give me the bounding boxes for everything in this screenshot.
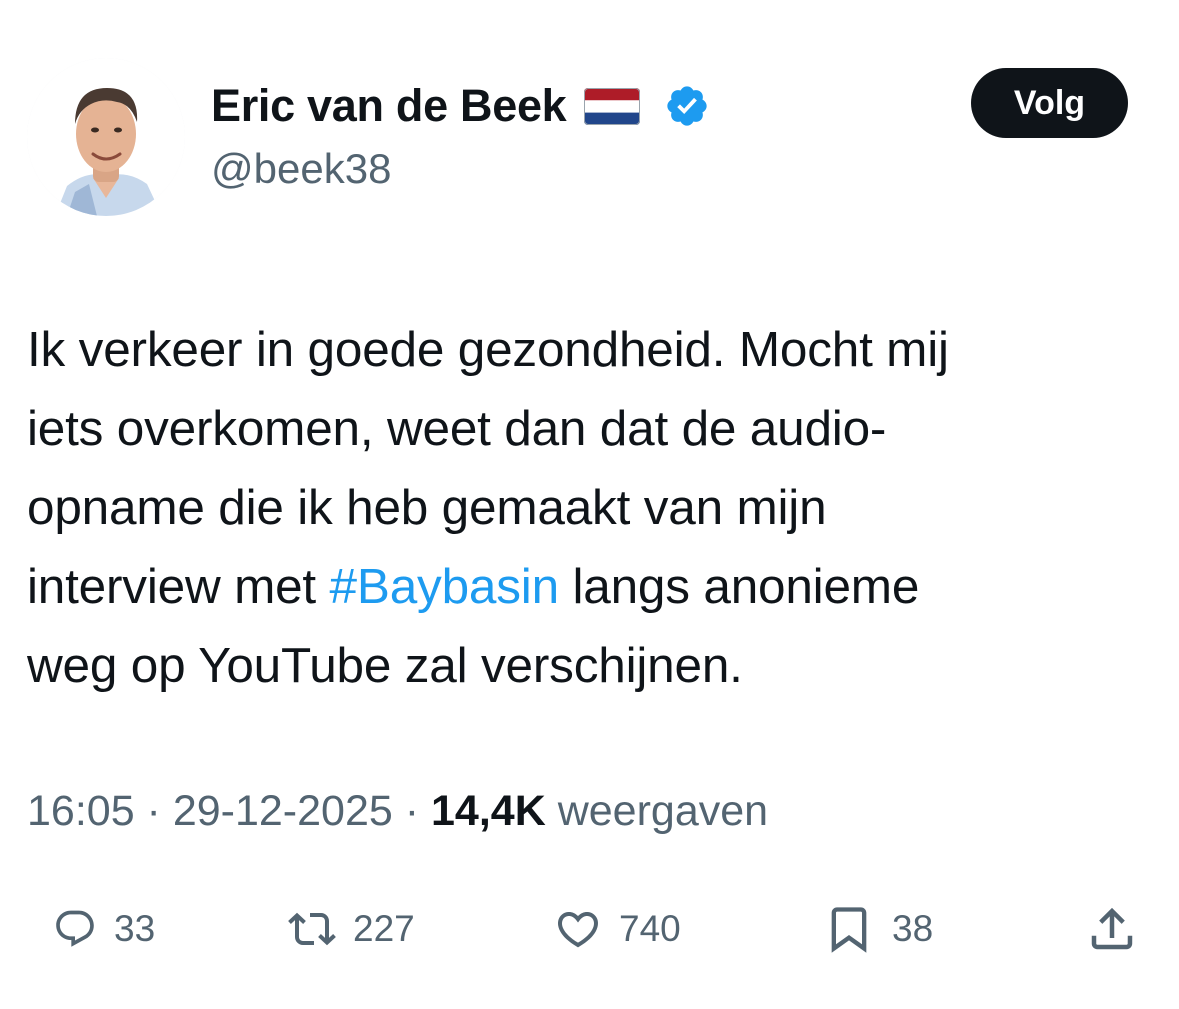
views-label: weergaven	[545, 787, 769, 835]
hashtag-link[interactable]: #Baybasin	[330, 559, 560, 614]
reply-count: 33	[114, 908, 156, 949]
bookmark-button[interactable]: 38	[823, 892, 933, 966]
tweet-text-segment: interview met	[27, 559, 330, 614]
tweet-line: weg op YouTube zal verschijnen.	[27, 638, 743, 693]
like-count: 740	[619, 908, 681, 949]
bookmark-count: 38	[892, 908, 934, 949]
reply-icon	[53, 907, 97, 951]
bookmark-icon	[823, 903, 875, 955]
share-button[interactable]	[1085, 892, 1139, 966]
avatar[interactable]	[27, 58, 185, 216]
tweet-text: Ik verkeer in goede gezondheid. Mocht mi…	[27, 310, 1162, 705]
follow-button[interactable]: Volg	[971, 68, 1128, 138]
tweet-line: interview met #Baybasin langs anonieme	[27, 547, 1162, 626]
repost-count: 227	[353, 908, 415, 949]
tweet-line: iets overkomen, weet dan dat de audio-	[27, 401, 887, 456]
heart-icon	[554, 905, 602, 953]
tweet-actions: 33 227 740 38	[0, 892, 1179, 966]
tweet-date[interactable]: 29-12-2025	[173, 787, 393, 835]
netherlands-flag-icon	[584, 87, 641, 125]
share-icon	[1085, 902, 1139, 956]
tweet-line: Ik verkeer in goede gezondheid. Mocht mi…	[27, 322, 949, 377]
author-display-name[interactable]: Eric van de Beek	[211, 80, 567, 132]
views-count: 14,4K	[431, 787, 546, 835]
reply-button[interactable]: 33	[53, 892, 155, 966]
author-name-row: Eric van de Beek	[211, 78, 710, 134]
repost-icon	[288, 905, 336, 953]
tweet-meta: 16:05 · 29-12-2025 · 14,4K weergaven	[27, 787, 768, 836]
tweet-time[interactable]: 16:05	[27, 787, 135, 835]
meta-separator: ·	[134, 787, 173, 835]
meta-separator: ·	[392, 787, 432, 835]
tweet-line: opname die ik heb gemaakt van mijn	[27, 480, 827, 535]
like-button[interactable]: 740	[554, 892, 681, 966]
profile-photo	[27, 58, 185, 216]
verified-badge-icon[interactable]	[664, 83, 710, 129]
repost-button[interactable]: 227	[288, 892, 415, 966]
author-handle[interactable]: @beek38	[211, 145, 391, 193]
tweet-text-segment: langs anonieme	[558, 559, 920, 614]
